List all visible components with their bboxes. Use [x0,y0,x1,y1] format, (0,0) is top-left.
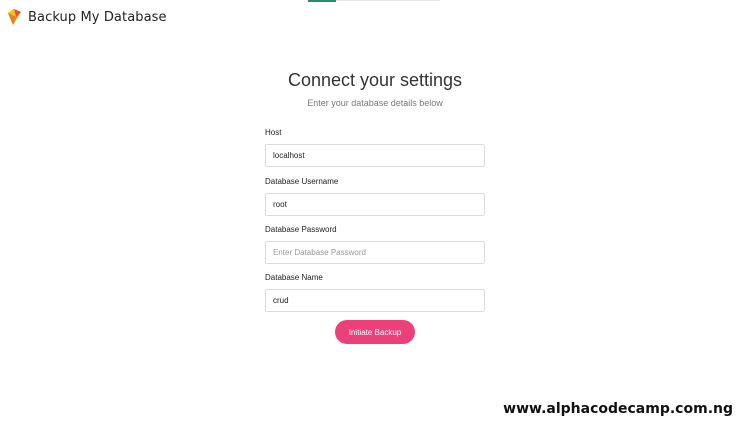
top-accent-bar [308,0,336,2]
page-title: Connect your settings [287,70,463,90]
password-label: Database Password [265,225,337,234]
brand[interactable]: Backup My Database [8,9,167,25]
initiate-backup-button[interactable]: Initiate Backup [335,320,415,344]
watermark-url: www.alphacodecamp.com.ng [503,401,733,417]
gem-icon [8,9,21,25]
password-input[interactable] [265,241,485,264]
host-label: Host [265,128,282,137]
app-title: Backup My Database [28,9,167,25]
page-subtitle: Enter your database details below [307,98,443,108]
database-name-input[interactable] [265,289,485,312]
host-input[interactable] [265,144,485,167]
username-input[interactable] [265,193,485,216]
username-label: Database Username [265,177,339,186]
database-name-label: Database Name [265,273,323,282]
